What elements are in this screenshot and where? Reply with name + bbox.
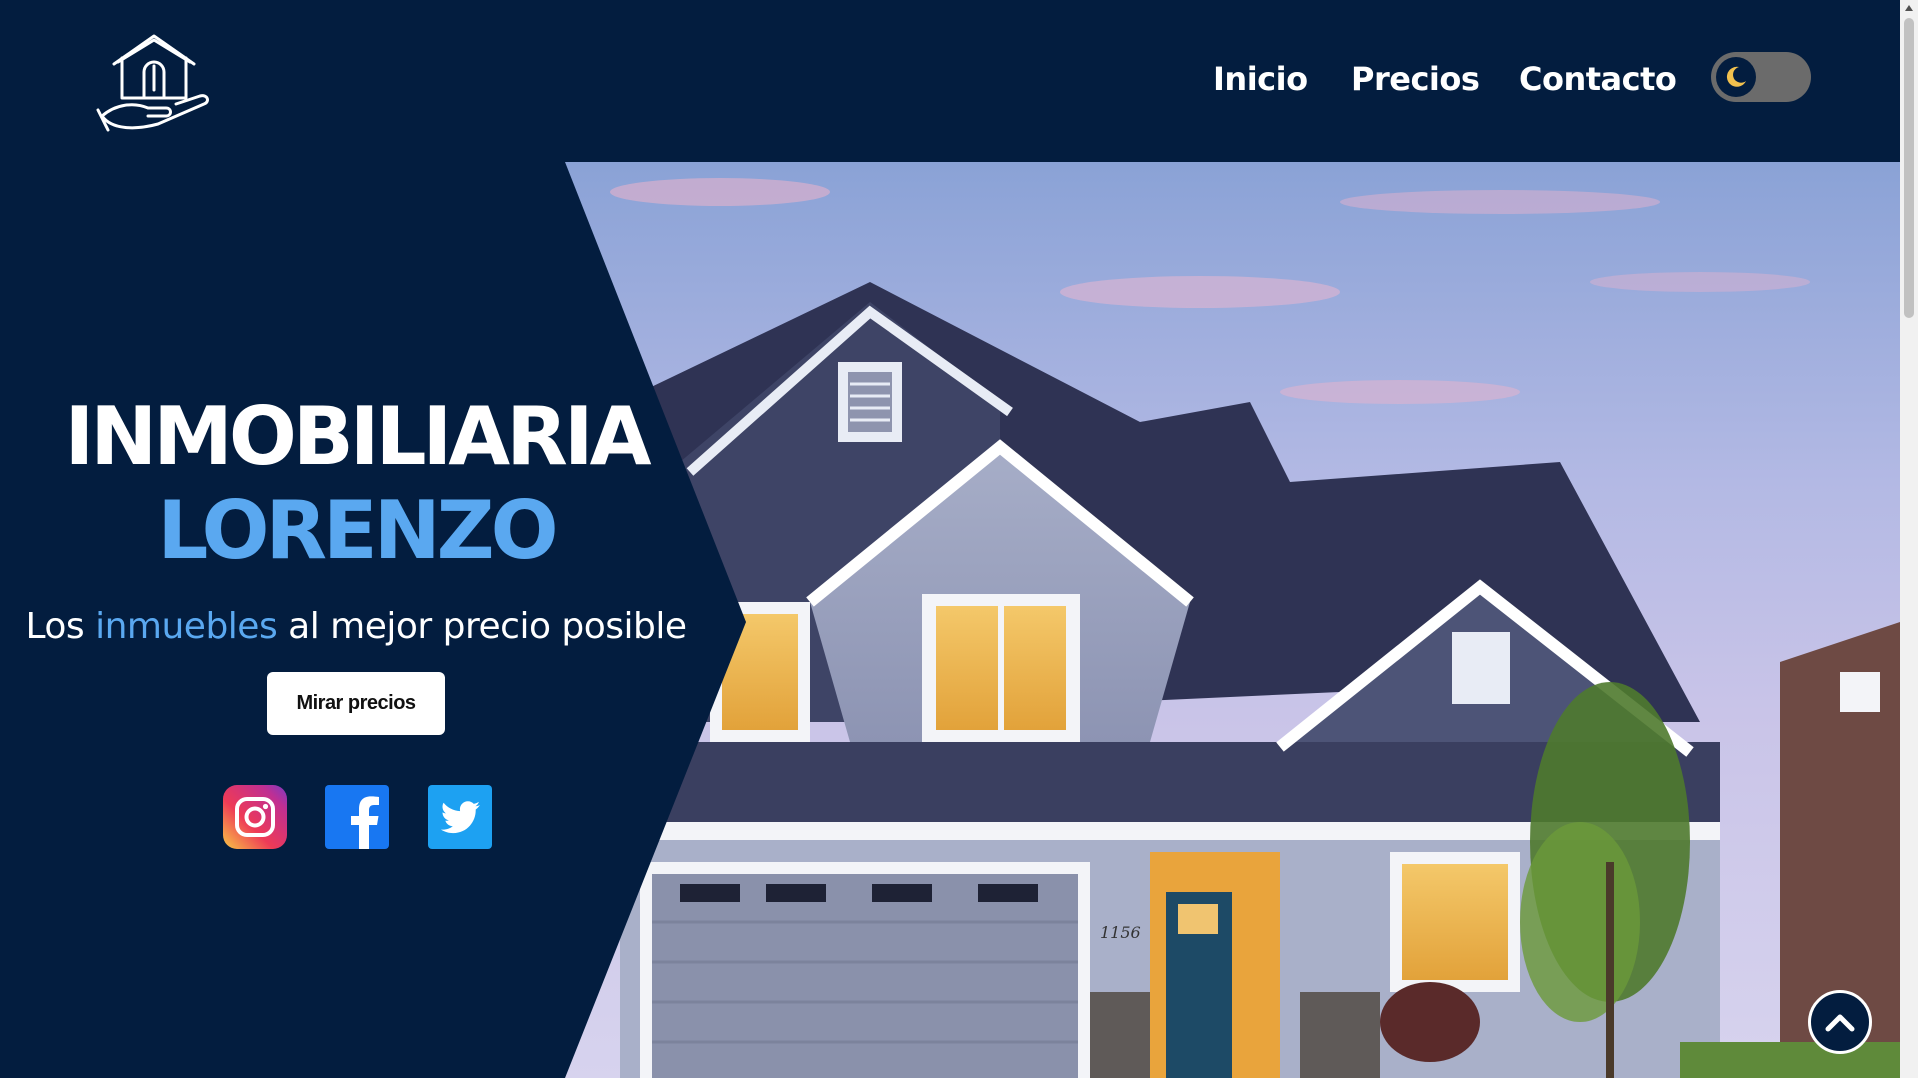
hero-title-line2: LORENZO — [157, 484, 558, 577]
twitter-icon[interactable] — [428, 785, 492, 849]
landing-page: 1156 Inicio Precios Contacto INMOBILIARI… — [0, 0, 1918, 1078]
chevron-up-icon — [1825, 1014, 1855, 1032]
mirar-precios-button[interactable]: Mirar precios — [267, 672, 445, 735]
nav-contacto[interactable]: Contacto — [1519, 60, 1677, 98]
subtitle-after: al mejor precio posible — [277, 606, 687, 647]
house-in-hand-icon[interactable] — [96, 32, 214, 132]
hero-subtitle: Los inmuebles al mejor precio posible — [0, 606, 712, 647]
hero-title-line1: INMOBILIARIA — [64, 390, 651, 483]
scrollbar-thumb[interactable] — [1904, 18, 1914, 318]
nav-precios[interactable]: Precios — [1351, 60, 1480, 98]
scroll-up-arrow-icon[interactable] — [1900, 0, 1918, 16]
instagram-icon[interactable] — [223, 785, 287, 849]
nav-inicio[interactable]: Inicio — [1213, 60, 1308, 98]
subtitle-accent: inmuebles — [95, 606, 278, 647]
scroll-to-top-button[interactable] — [1808, 990, 1872, 1054]
facebook-icon[interactable] — [325, 785, 389, 849]
page-scrollbar[interactable] — [1900, 0, 1918, 1078]
subtitle-before: Los — [25, 606, 96, 647]
moon-icon — [1716, 57, 1756, 97]
theme-toggle[interactable] — [1711, 52, 1811, 102]
house-number: 1156 — [1100, 923, 1141, 942]
header: Inicio Precios Contacto — [0, 0, 1900, 162]
hero-text: INMOBILIARIA LORENZO Los inmuebles al me… — [0, 390, 712, 647]
